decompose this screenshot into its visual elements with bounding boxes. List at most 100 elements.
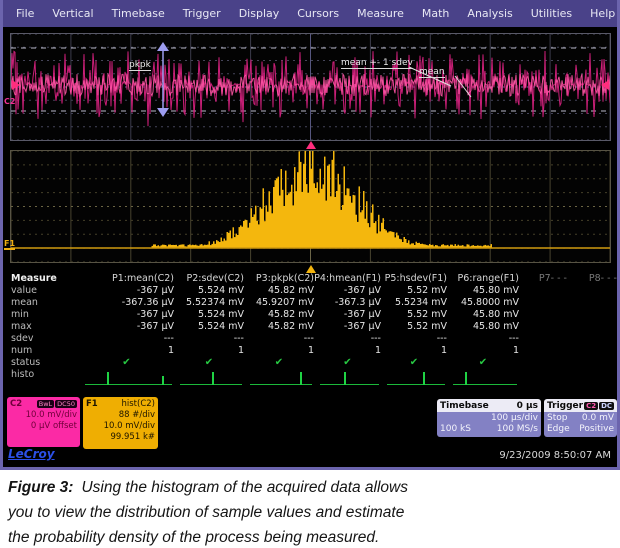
measure-cell: [567, 297, 617, 309]
measure-cell: [519, 345, 567, 357]
histicon: [320, 369, 381, 386]
histicon: [250, 369, 314, 386]
trigger-position-marker[interactable]: [306, 141, 316, 149]
measure-column-header: P7- - -: [519, 273, 567, 285]
trigger-title: Trigger: [547, 401, 583, 411]
measure-column-header[interactable]: P2:sdev(C2): [174, 273, 244, 285]
measure-cell: -367 µV: [79, 309, 174, 321]
measure-cell: [79, 369, 174, 388]
histicon: [387, 369, 447, 386]
caption-line3: the probability density of the process b…: [8, 525, 612, 548]
menu-item-help[interactable]: Help: [581, 7, 620, 20]
measure-cell: 45.82 mV: [244, 321, 314, 333]
measure-cell: ✔: [244, 357, 314, 369]
measure-cell: 5.52 mV: [381, 285, 447, 297]
measure-row-label: histo: [9, 369, 79, 388]
measure-cell: 45.8000 mV: [447, 297, 519, 309]
measure-column-header[interactable]: P5:hsdev(F1): [381, 273, 447, 285]
timebase-scale: 100 µs/div: [491, 413, 538, 424]
measure-cell: [567, 321, 617, 333]
measure-cell: [519, 369, 567, 388]
measure-cell: 5.524 mV: [174, 309, 244, 321]
caption-line1: Using the histogram of the acquired data…: [81, 479, 408, 496]
c2-descriptor[interactable]: C2 BwLDC50 10.0 mV/div 0 µV offset: [7, 397, 80, 447]
measure-cell: ---: [244, 333, 314, 345]
menu-item-timebase[interactable]: Timebase: [103, 7, 174, 20]
measure-column-header[interactable]: P1:mean(C2): [79, 273, 174, 285]
measure-cell: ✔: [314, 357, 381, 369]
measure-cell: [567, 333, 617, 345]
menu-item-vertical[interactable]: Vertical: [43, 7, 102, 20]
measure-cell: 45.82 mV: [244, 285, 314, 297]
c2-offset: 0 µV offset: [10, 421, 77, 432]
timebase-title: Timebase: [440, 401, 489, 411]
measure-cell: [567, 345, 617, 357]
timebase-box[interactable]: Timebase 0 µs 100 µs/div 100 kS100 MS/s: [437, 399, 541, 437]
measure-row-label: value: [9, 285, 79, 297]
measure-cell: 5.52 mV: [381, 309, 447, 321]
measure-column-header[interactable]: P3:pkpk(C2): [244, 273, 314, 285]
figure-caption: Figure 3:Using the histogram of the acqu…: [0, 470, 620, 548]
menu-item-file[interactable]: File: [7, 7, 43, 20]
measure-cell: 5.52374 mV: [174, 297, 244, 309]
measure-cell: [314, 369, 381, 388]
measure-cell: [519, 333, 567, 345]
menu-item-display[interactable]: Display: [230, 7, 289, 20]
measure-cell: 5.5234 mV: [381, 297, 447, 309]
menu-bar: FileVerticalTimebaseTriggerDisplayCursor…: [3, 0, 617, 27]
lecroy-logo: LeCroy: [8, 447, 55, 461]
measure-cell: 5.524 mV: [174, 285, 244, 297]
measure-cell: [244, 369, 314, 388]
f1-descriptor[interactable]: F1 hist(C2) 88 #/div 10.0 mV/div 99.951 …: [83, 397, 158, 449]
measure-cell: 45.80 mV: [447, 285, 519, 297]
measure-cell: ---: [174, 333, 244, 345]
measure-cell: ✔: [174, 357, 244, 369]
timebase-rate: 100 MS/s: [497, 424, 538, 435]
menu-item-utilities[interactable]: Utilities: [522, 7, 581, 20]
trigger-badges: C2DC: [583, 401, 614, 411]
histogram-panel: [10, 150, 611, 263]
measure-cell: 1: [381, 345, 447, 357]
c2-scale: 10.0 mV/div: [10, 410, 77, 421]
measure-cell: 1: [79, 345, 174, 357]
pkpk-annotation: pkpk: [129, 60, 151, 71]
menu-item-measure[interactable]: Measure: [348, 7, 413, 20]
mean-annotation: mean: [419, 67, 445, 78]
measure-cell: ---: [381, 333, 447, 345]
status-check-icon: ✔: [275, 357, 283, 368]
menu-item-analysis[interactable]: Analysis: [458, 7, 521, 20]
histicon: [85, 369, 174, 386]
measure-column-header[interactable]: P6:range(F1): [447, 273, 519, 285]
trigger-slope: Positive: [579, 424, 614, 435]
status-check-icon: ✔: [410, 357, 418, 368]
scope-application: FileVerticalTimebaseTriggerDisplayCursor…: [0, 0, 620, 470]
measure-cell: 45.82 mV: [244, 309, 314, 321]
trigger-box[interactable]: Trigger C2DC Stop0.0 mV EdgePositive: [544, 399, 617, 437]
measure-column-header[interactable]: P4:hmean(F1): [314, 273, 381, 285]
menu-item-trigger[interactable]: Trigger: [174, 7, 230, 20]
measure-cell: [519, 297, 567, 309]
measure-cell: 45.9207 mV: [244, 297, 314, 309]
measure-cell: [519, 357, 567, 369]
status-check-icon: ✔: [122, 357, 130, 368]
f1-hscale: 10.0 mV/div: [86, 421, 155, 432]
f1-population: 99.951 k#: [86, 432, 155, 443]
measure-cell: 1: [174, 345, 244, 357]
menu-item-math[interactable]: Math: [413, 7, 459, 20]
measure-row-label: status: [9, 357, 79, 369]
trigger-level: 0.0 mV: [582, 413, 614, 424]
measure-cell: 1: [314, 345, 381, 357]
measure-cell: ---: [79, 333, 174, 345]
histogram-center-marker[interactable]: [306, 265, 316, 273]
measure-cell: -367 µV: [79, 321, 174, 333]
measure-cell: -367 µV: [314, 285, 381, 297]
f1-name: F1: [86, 399, 98, 410]
menu-item-cursors[interactable]: Cursors: [288, 7, 348, 20]
trigger-source-badge: C2: [584, 402, 598, 410]
waveform-svg: [11, 34, 610, 140]
caption-line2: you to view the distribution of sample v…: [8, 500, 612, 525]
trigger-coupling-badge: DC: [599, 402, 614, 410]
c2-badges: BwLDC50: [36, 399, 77, 410]
measure-cell: 45.80 mV: [447, 309, 519, 321]
measure-cell: -367 µV: [314, 309, 381, 321]
